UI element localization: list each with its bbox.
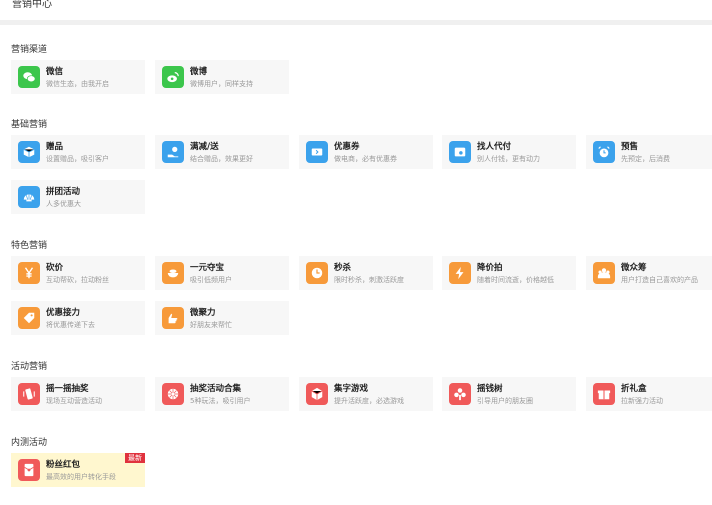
marketing-card-hand[interactable]: 微聚力 好朋友来帮忙 <box>155 301 289 335</box>
card-name: 微信 <box>46 67 64 77</box>
treasure-bowl-icon <box>162 262 184 284</box>
card-description: 做电商，必有优惠券 <box>334 155 397 163</box>
new-badge: 最新 <box>125 453 145 463</box>
card-description: 限时秒杀，刺激活跃度 <box>334 276 404 284</box>
card-name: 粉丝红包 <box>46 460 81 470</box>
card-description: 最高效的用户转化手段 <box>46 473 116 481</box>
card-name: 摇钱树 <box>477 384 503 394</box>
section-title: 特色营销 <box>11 241 48 251</box>
hand-coin-icon <box>162 141 184 163</box>
card-name: 优惠接力 <box>46 308 81 318</box>
marketing-card-hand-coin[interactable]: 满减/送结合赠品，效果更好 <box>155 135 289 169</box>
card-description: 拉新强力活动 <box>621 397 663 405</box>
coupon-icon <box>306 141 328 163</box>
section-title: 基础营销 <box>11 120 48 130</box>
tag-icon <box>18 307 40 329</box>
marketing-card-gift[interactable]: 折礼盒 拉新强力活动 <box>586 377 712 411</box>
gift-icon <box>593 383 615 405</box>
marketing-card-wallet[interactable]: 找人代付别人付钱，更有动力 <box>442 135 576 169</box>
marketing-card-lightning[interactable]: 降价拍随着时间流逝，价格越低 <box>442 256 576 290</box>
card-name: 集字游戏 <box>334 384 369 394</box>
hand-icon <box>162 307 184 329</box>
card-description: 互动帮砍，拉动粉丝 <box>46 276 109 284</box>
card-name: 微聚力 <box>190 308 216 318</box>
section-title: 内测活动 <box>11 438 48 448</box>
marketing-card-weibo[interactable]: 微博微博用户，同样支持 <box>155 60 289 94</box>
crowdfunding-icon <box>593 262 615 284</box>
marketing-panel: 营销渠道 微信 微信生态，由我开启 微博 微博用户，同样支持 基础营销 赠品 设置赠品，吸引客… <box>0 25 712 505</box>
card-description: 5种玩法，吸引用户 <box>190 397 251 405</box>
marketing-card-shell[interactable]: 拼团活动 人多优惠大 <box>11 180 145 214</box>
card-name: 砍价 <box>46 263 64 273</box>
card-description: 微信生态，由我开启 <box>46 80 109 88</box>
wechat-icon <box>18 66 40 88</box>
shake-phone-icon <box>18 383 40 405</box>
card-description: 人多优惠大 <box>46 200 81 208</box>
clock-icon <box>306 262 328 284</box>
marketing-card-crowdfunding[interactable]: 微众筹用户打造自己喜欢的产品 <box>586 256 712 290</box>
card-description: 好朋友来帮忙 <box>190 321 232 329</box>
alarm-clock-icon <box>593 141 615 163</box>
card-description: 结合赠品，效果更好 <box>190 155 253 163</box>
marketing-card-treasure-bowl[interactable]: 一元夺宝吸引低频用户 <box>155 256 289 290</box>
card-description: 别人付钱，更有动力 <box>477 155 540 163</box>
card-name: 抽奖活动合集 <box>190 384 242 394</box>
card-name: 赠品 <box>46 142 64 152</box>
card-description: 设置赠品，吸引客户 <box>46 155 109 163</box>
red-packet-icon <box>18 459 40 481</box>
marketing-card-cube[interactable]: 集字游戏提升活跃度，必选游戏 <box>299 377 433 411</box>
marketing-card-shake-phone[interactable]: 摇一摇抽奖现场互动营造活动 <box>11 377 145 411</box>
card-name: 折礼盒 <box>621 384 647 394</box>
card-name: 摇一摇抽奖 <box>46 384 89 394</box>
card-name: 预售 <box>621 142 639 152</box>
lottery-wheel-icon <box>162 383 184 405</box>
yen-icon <box>18 262 40 284</box>
top-bar: 营销中心 <box>0 0 712 20</box>
card-name: 拼团活动 <box>46 187 81 197</box>
card-description: 微博用户，同样支持 <box>190 80 253 88</box>
section-title: 活动营销 <box>11 362 48 372</box>
card-description: 现场互动营造活动 <box>46 397 102 405</box>
weibo-icon <box>162 66 184 88</box>
card-description: 引导用户的朋友圈 <box>477 397 533 405</box>
card-name: 优惠券 <box>334 142 360 152</box>
lightning-icon <box>449 262 471 284</box>
card-name: 满减/送 <box>190 142 219 152</box>
card-name: 一元夺宝 <box>190 263 225 273</box>
marketing-card-red-packet[interactable]: 粉丝红包最高效的用户转化手段 最新 <box>11 453 145 487</box>
marketing-card-alarm-clock[interactable]: 预售先预定，后消费 <box>586 135 712 169</box>
gift-box-icon <box>18 141 40 163</box>
marketing-card-clock[interactable]: 秒杀限时秒杀，刺激活跃度 <box>299 256 433 290</box>
marketing-card-tag[interactable]: 优惠接力将优惠传递下去 <box>11 301 145 335</box>
card-name: 秒杀 <box>334 263 352 273</box>
marketing-card-lottery-wheel[interactable]: 抽奖活动合集 5种玩法，吸引用户 <box>155 377 289 411</box>
card-description: 先预定，后消费 <box>621 155 670 163</box>
marketing-card-wechat[interactable]: 微信微信生态，由我开启 <box>11 60 145 94</box>
marketing-card-coupon[interactable]: 优惠券做电商，必有优惠券 <box>299 135 433 169</box>
card-description: 吸引低频用户 <box>190 276 232 284</box>
card-name: 微众筹 <box>621 263 647 273</box>
card-name: 找人代付 <box>477 142 512 152</box>
marketing-card-yen[interactable]: 砍价互动帮砍，拉动粉丝 <box>11 256 145 290</box>
marketing-card-gift-box[interactable]: 赠品设置赠品，吸引客户 <box>11 135 145 169</box>
page-title: 营销中心 <box>12 0 52 10</box>
card-description: 提升活跃度，必选游戏 <box>334 397 404 405</box>
card-description: 将优惠传递下去 <box>46 321 95 329</box>
wallet-icon <box>449 141 471 163</box>
marketing-card-money-tree[interactable]: 摇钱树引导用户的朋友圈 <box>442 377 576 411</box>
money-tree-icon <box>449 383 471 405</box>
cube-icon <box>306 383 328 405</box>
section-title: 营销渠道 <box>11 45 48 55</box>
shell-icon <box>18 186 40 208</box>
card-name: 微博 <box>190 67 208 77</box>
card-description: 随着时间流逝，价格越低 <box>477 276 554 284</box>
card-name: 降价拍 <box>477 263 503 273</box>
card-description: 用户打造自己喜欢的产品 <box>621 276 698 284</box>
